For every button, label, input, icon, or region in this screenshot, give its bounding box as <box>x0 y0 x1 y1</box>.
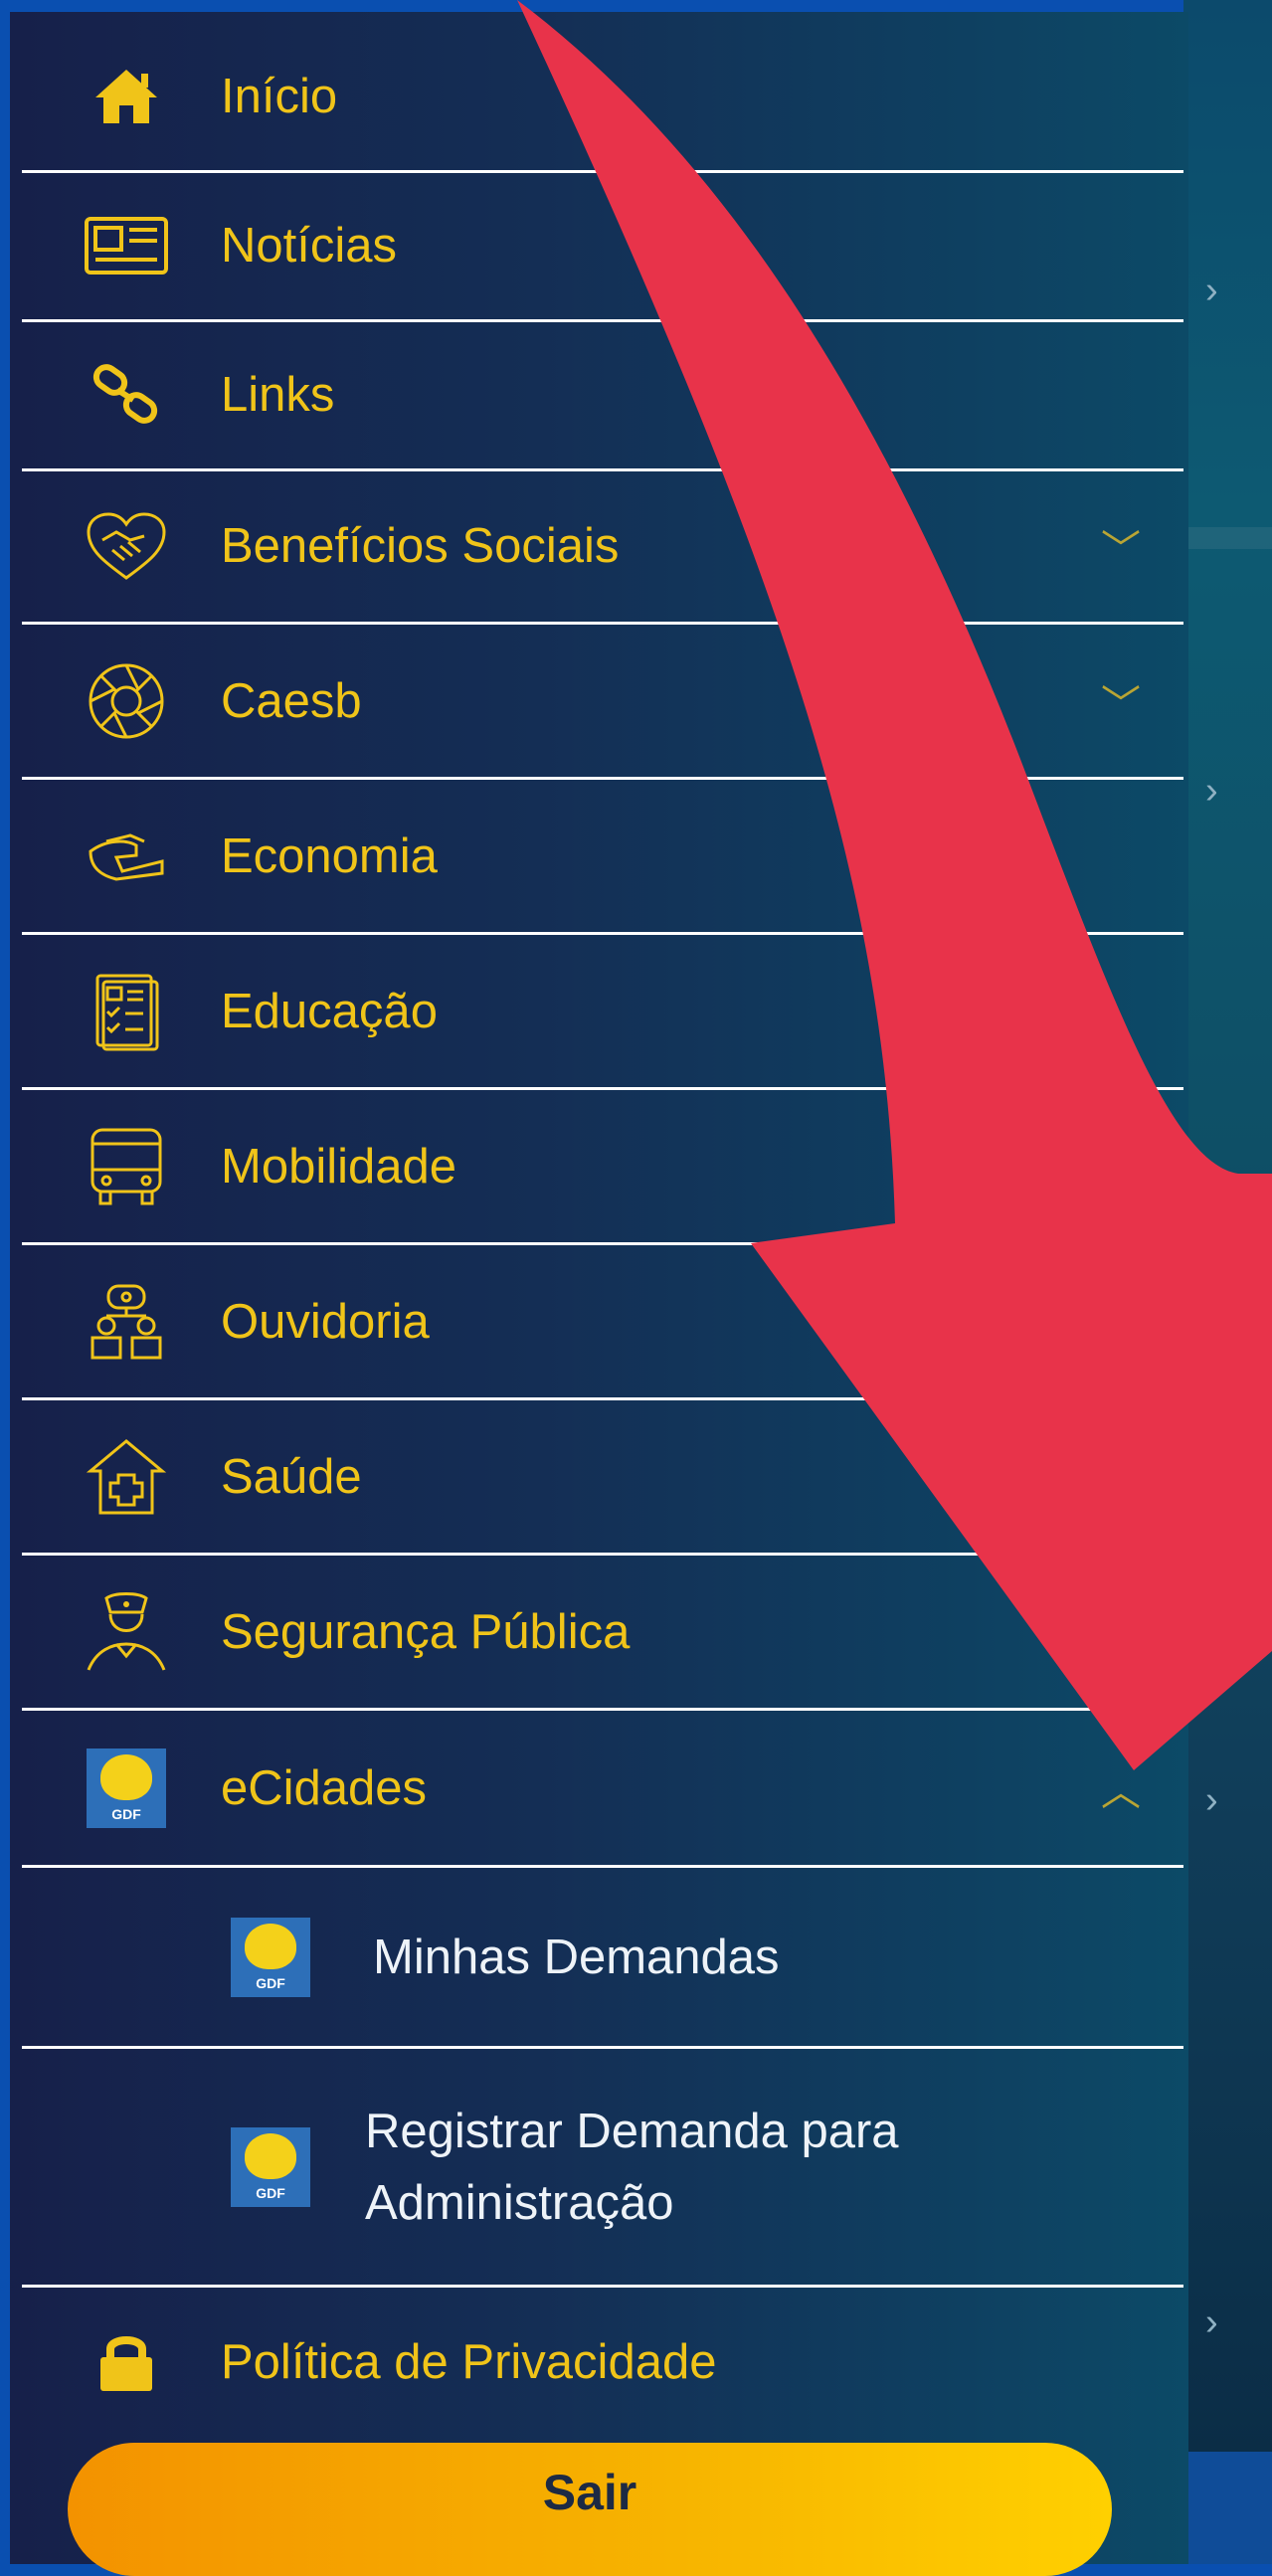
menu-item-label: Ouvidoria <box>221 1294 430 1349</box>
menu-item-label: Links <box>221 367 335 422</box>
bottom-bar <box>1183 2452 1272 2564</box>
menu-item-caesb[interactable]: Caesb ﹀ <box>22 625 1183 780</box>
menu-item-label: Educação <box>221 984 438 1038</box>
menu-item-economia[interactable]: Economia <box>22 780 1183 935</box>
menu-item-label: Política de Privacidade <box>221 2335 717 2389</box>
aperture-icon <box>82 656 171 746</box>
menu-item-label: Caesb <box>221 673 362 728</box>
menu-item-label: eCidades <box>221 1760 428 1815</box>
bus-icon <box>82 1122 171 1211</box>
divider <box>1183 527 1272 549</box>
money-hand-icon <box>82 812 171 901</box>
health-house-icon <box>82 1432 171 1522</box>
menu-item-ecidades[interactable]: GDF eCidades ︿ <box>22 1711 1183 1868</box>
submenu-item-minhas-demandas[interactable]: GDF Minhas Demandas <box>22 1868 1183 2049</box>
menu-item-label: Economia <box>221 828 438 883</box>
chevron-right-icon[interactable]: › <box>1205 771 1231 811</box>
menu-item-label: Mobilidade <box>221 1139 456 1194</box>
link-icon <box>82 350 171 440</box>
chevron-right-icon[interactable]: › <box>1205 1780 1231 1820</box>
heart-handshake-icon <box>82 501 171 591</box>
notebook-icon <box>82 967 171 1056</box>
menu-item-inicio[interactable]: Início <box>22 22 1183 173</box>
menu-item-politica-privacidade[interactable]: Política de Privacidade <box>22 2288 1183 2437</box>
gdf-logo-icon: GDF <box>226 1913 315 2002</box>
chevron-down-icon[interactable]: ﹀ <box>1101 672 1141 730</box>
menu-item-label: Notícias <box>221 218 398 273</box>
gdf-logo-icon: GDF <box>226 2122 315 2212</box>
home-icon <box>82 52 171 141</box>
menu-item-label: Segurança Pública <box>221 1604 631 1659</box>
chevron-up-icon[interactable]: ︿ <box>1101 1759 1141 1817</box>
submenu-item-label: Minhas Demandas <box>373 1930 780 1984</box>
menu-item-ouvidoria[interactable]: Ouvidoria <box>22 1245 1183 1400</box>
menu-item-beneficios-sociais[interactable]: Benefícios Sociais ﹀ <box>22 469 1183 625</box>
menu-item-seguranca-publica[interactable]: Segurança Pública <box>22 1556 1183 1711</box>
menu-item-label: Benefícios Sociais <box>221 518 620 573</box>
chevron-right-icon[interactable]: › <box>1205 271 1231 310</box>
menu-item-saude[interactable]: Saúde <box>22 1400 1183 1556</box>
menu-item-links[interactable]: Links <box>22 320 1183 471</box>
menu-item-label: Início <box>221 69 338 123</box>
chevron-right-icon[interactable]: › <box>1205 2302 1231 2342</box>
lock-icon <box>82 2317 171 2407</box>
menu-item-mobilidade[interactable]: Mobilidade <box>22 1090 1183 1245</box>
navigation-drawer: Início Notícias Links Benefícios Sociais… <box>10 12 1188 2576</box>
menu-item-educacao[interactable]: Educação <box>22 935 1183 1090</box>
menu-item-noticias[interactable]: Notícias <box>22 171 1183 322</box>
people-speech-icon <box>82 1277 171 1367</box>
newspaper-icon <box>82 201 171 290</box>
gdf-logo-icon: GDF <box>82 1744 171 1833</box>
submenu-item-label: Registrar Demanda para Administração <box>365 2104 899 2230</box>
chevron-down-icon[interactable]: ﹀ <box>1101 517 1141 575</box>
logout-button[interactable]: Sair <box>68 2443 1112 2576</box>
submenu-item-registrar-demanda[interactable]: GDF Registrar Demanda para Administração <box>22 2049 1183 2288</box>
menu-item-label: Saúde <box>221 1449 362 1504</box>
police-officer-icon <box>82 1587 171 1677</box>
background-page <box>1183 0 1272 2564</box>
